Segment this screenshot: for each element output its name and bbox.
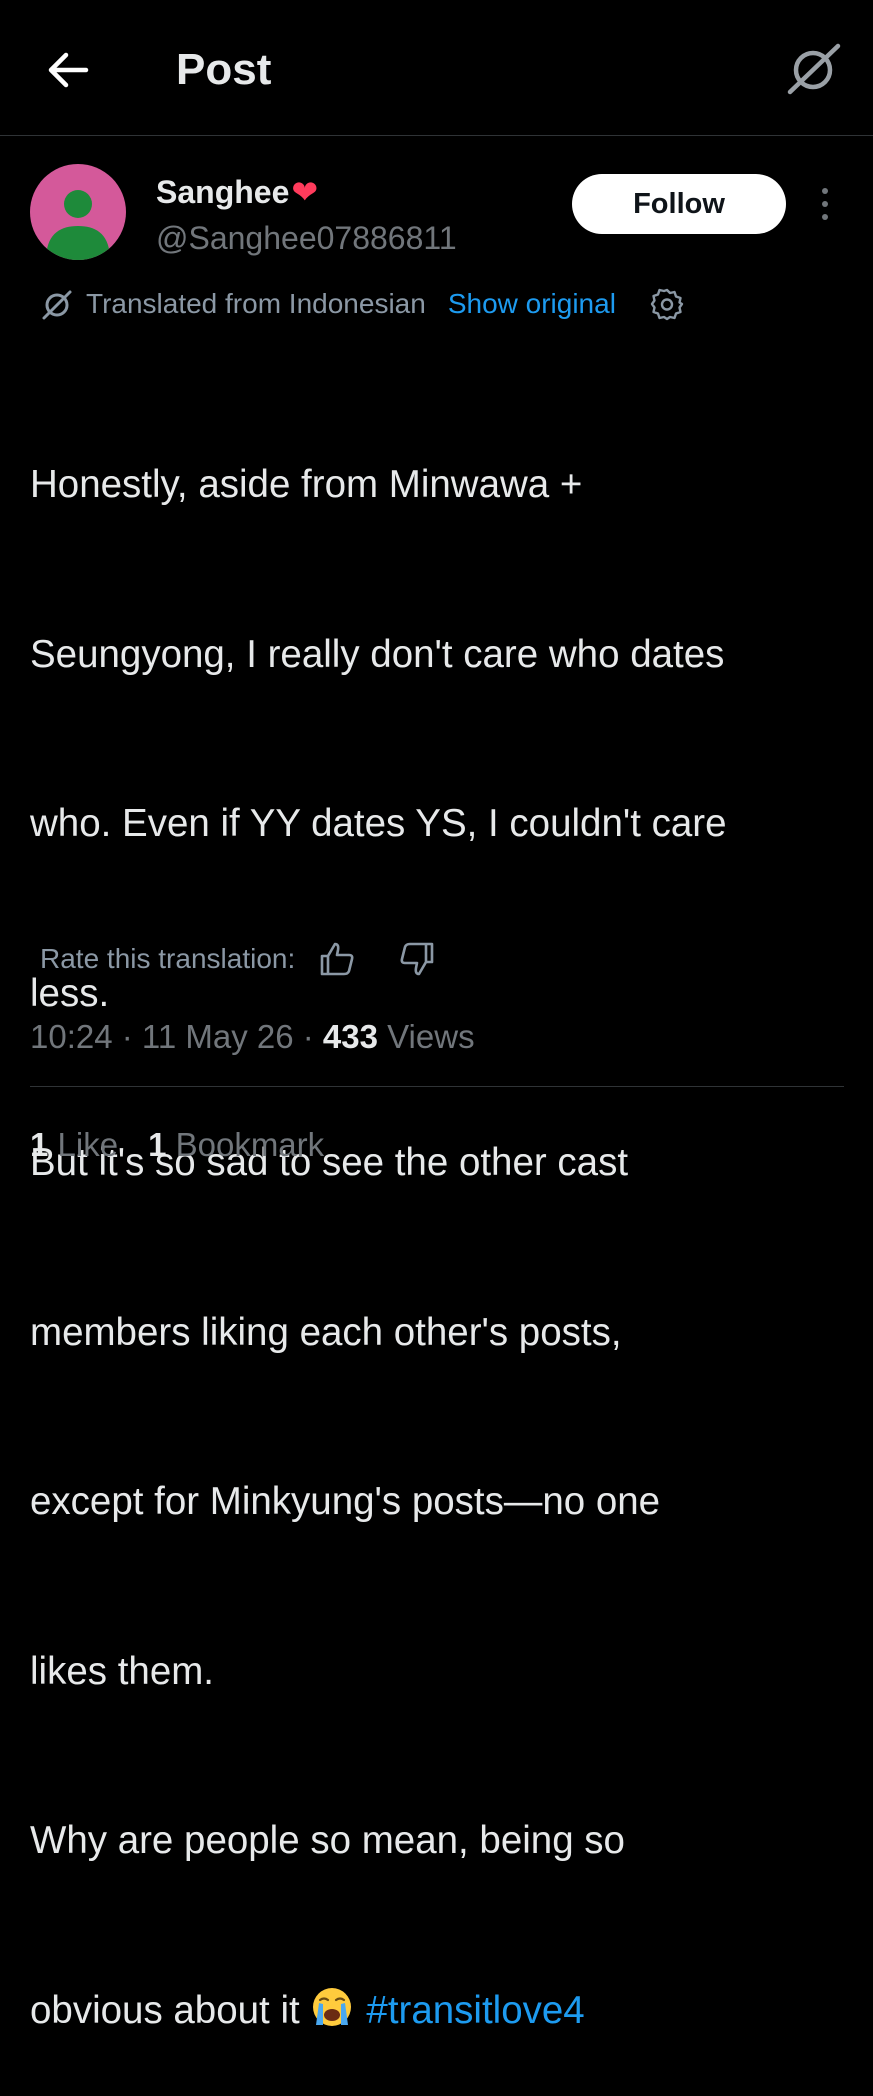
page-title: Post	[176, 45, 272, 94]
separator: ·	[112, 1018, 142, 1055]
post-line: members liking each other's posts,	[30, 1310, 622, 1354]
arrow-left-icon	[48, 52, 89, 88]
views-label: Views	[377, 1018, 475, 1055]
post-line: Honestly, aside from Minwawa +	[30, 463, 583, 506]
divider	[30, 1086, 844, 1087]
author-name-text: Sanghee	[156, 174, 290, 210]
post-date[interactable]: 11 May 26	[142, 1018, 294, 1055]
loudly-crying-face-emoji	[313, 1987, 352, 2026]
post-text: Honestly, aside from Minwawa + Seungyong…	[30, 344, 850, 2096]
bookmarks-count: 1	[148, 1126, 167, 1163]
engagement-stats: 1 Like 1 Bookmark	[30, 1120, 324, 1170]
rate-translation-label: Rate this translation:	[40, 943, 296, 974]
rate-translation-row: Rate this translation:	[40, 934, 437, 984]
default-person-icon	[46, 190, 110, 260]
thumbs-down-icon[interactable]	[397, 939, 437, 979]
views-count: 433	[322, 1018, 378, 1055]
author-handle[interactable]: @Sanghee07886811	[156, 218, 457, 258]
thumbs-up-icon[interactable]	[317, 939, 357, 979]
translation-notice: Translated from Indonesian Show original	[40, 282, 684, 326]
likes-label: Like	[48, 1126, 119, 1163]
post-line: Seungyong, I really don't care who dates	[30, 632, 725, 676]
gear-icon[interactable]	[650, 287, 684, 321]
back-button[interactable]	[40, 44, 96, 96]
separator: ·	[293, 1018, 323, 1055]
post-line-text: obvious about it	[30, 1988, 300, 2032]
heart-emoji: ❤	[291, 174, 319, 210]
hashtag-link[interactable]: #transitlove4	[366, 1989, 584, 2032]
post-line: who. Even if YY dates YS, I couldn't car…	[30, 802, 727, 845]
grok-button[interactable]	[782, 40, 844, 98]
post-line: Why are people so mean, being so	[30, 1819, 625, 1862]
author-display-name[interactable]: Sanghee❤	[156, 172, 318, 212]
more-vertical-icon	[822, 188, 828, 220]
translate-icon	[42, 290, 72, 320]
likes-count: 1	[30, 1126, 49, 1163]
post-line: likes them.	[30, 1649, 215, 1693]
post-last-line: obvious about it #transitlove4	[30, 1983, 850, 2040]
more-options-button[interactable]	[810, 184, 840, 224]
post-line: except for Minkyung's posts—no one	[30, 1480, 661, 1523]
follow-button[interactable]: Follow	[572, 174, 786, 234]
grok-icon	[787, 43, 841, 95]
top-bar: Post	[0, 0, 873, 136]
post-metadata: 10:24 · 11 May 26 · 433 Views	[30, 1012, 475, 1062]
bookmarks-stat[interactable]: 1 Bookmark	[148, 1126, 324, 1163]
likes-stat[interactable]: 1 Like	[30, 1126, 118, 1163]
avatar[interactable]	[30, 164, 126, 260]
post-time[interactable]: 10:24	[30, 1018, 113, 1055]
show-original-link[interactable]: Show original	[448, 288, 616, 320]
translated-from-label: Translated from Indonesian	[86, 288, 426, 319]
bookmarks-label: Bookmark	[166, 1126, 325, 1163]
